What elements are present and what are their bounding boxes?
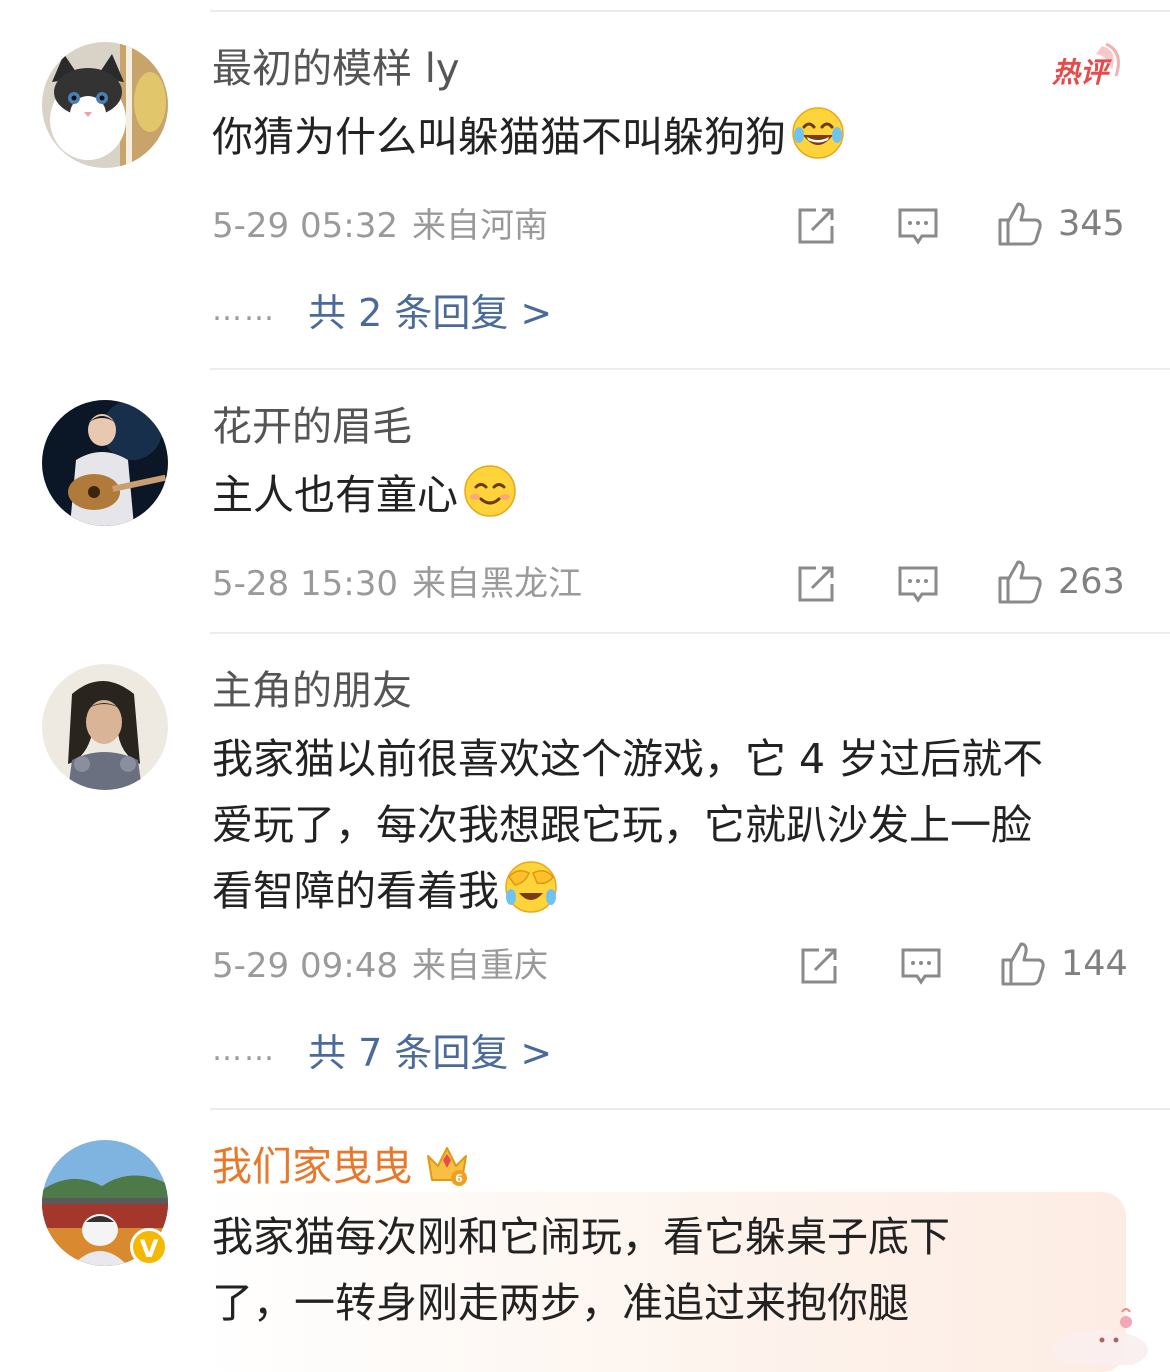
comment-button[interactable] [896, 562, 940, 606]
thumbs-up-icon [998, 202, 1042, 246]
comment-text-line-last: 看智障的看着我 [212, 858, 1126, 924]
comment-text-line: 爱玩了，每次我想跟它玩，它就趴沙发上一脸 [212, 801, 1032, 849]
comment-text-line: 我家猫每次刚和它闹玩，看它躲桌子底下 [212, 1213, 950, 1261]
comment-meta: 5-29 09:48 来自重庆 [212, 944, 548, 988]
comment-text-line: 了，一转身刚走两步，准追过来抱你腿 [212, 1279, 909, 1327]
dots: …… [212, 1033, 276, 1068]
comment-button[interactable] [896, 204, 940, 248]
comment-time: 5-29 05:32 [212, 206, 398, 246]
comment-button[interactable] [899, 944, 943, 988]
thumbs-up-icon [998, 560, 1042, 604]
dots: …… [212, 293, 276, 328]
comment-bubble-icon [898, 566, 938, 603]
comment-text-line: 我家猫以前很喜欢这个游戏，它 4 岁过后就不 [212, 735, 1044, 783]
comment-location: 来自黑龙江 [411, 564, 582, 604]
avatar[interactable] [42, 664, 168, 790]
share-square-icon [798, 208, 834, 244]
like-button[interactable]: 263 [996, 558, 1125, 606]
comment-text: 主人也有童心 [212, 462, 1126, 528]
comment-meta: 5-28 15:30 来自黑龙江 [212, 562, 582, 606]
username-text: 我们家曳曳 [212, 1144, 412, 1190]
comment-text: 我家猫以前很喜欢这个游戏，它 4 岁过后就不 爱玩了，每次我想跟它玩，它就趴沙发… [212, 726, 1126, 924]
comment-time: 5-28 15:30 [212, 564, 398, 604]
username[interactable]: 最初的模样 ly [212, 44, 460, 94]
share-square-icon [801, 948, 837, 984]
repost-button[interactable] [794, 562, 838, 606]
replies-label: 共 7 条回复 > [308, 1031, 553, 1075]
verified-badge: V [130, 1228, 168, 1266]
avatar[interactable] [42, 400, 168, 526]
replies-label: 共 2 条回复 > [308, 291, 553, 335]
comment-bubble-icon [901, 948, 941, 985]
comment-location: 来自重庆 [411, 946, 548, 986]
divider [210, 368, 1170, 370]
divider [210, 1108, 1170, 1110]
hot-badge-label: 热评 [1051, 56, 1112, 89]
repost-button[interactable] [797, 944, 841, 988]
repost-button[interactable] [794, 204, 838, 248]
comment-text: 你猜为什么叫躲猫猫不叫躲狗狗 [212, 104, 1126, 170]
avatar[interactable] [42, 42, 168, 168]
like-count: 263 [1058, 562, 1125, 602]
smile-emoji-icon [464, 465, 516, 517]
divider [210, 632, 1170, 634]
username[interactable]: 我们家曳曳 6 [212, 1142, 470, 1192]
view-replies-link[interactable]: …… 共 2 条回复 > [212, 286, 552, 338]
share-square-icon [798, 566, 834, 602]
vip-crown-icon: 6 [427, 1147, 467, 1186]
username[interactable]: 花开的眉毛 [212, 402, 412, 452]
thumbs-up-icon [1001, 942, 1045, 986]
comment-text-content: 你猜为什么叫躲猫猫不叫躲狗狗 [212, 113, 786, 161]
comment-text: 我家猫每次刚和它闹玩，看它躲桌子底下 了，一转身刚走两步，准追过来抱你腿 [212, 1204, 1126, 1336]
comment-text-content: 主人也有童心 [212, 471, 458, 519]
comment-meta: 5-29 05:32 来自河南 [212, 204, 548, 248]
like-button[interactable]: 345 [996, 200, 1125, 248]
facepalm-laugh-emoji-icon [505, 861, 557, 913]
laughing-tears-emoji-icon [792, 107, 844, 159]
vip-level: 6 [455, 1172, 463, 1185]
comment-location: 来自河南 [411, 206, 548, 246]
username[interactable]: 主角的朋友 [212, 666, 412, 716]
like-count: 144 [1061, 944, 1128, 984]
comment-text-line: 看智障的看着我 [212, 867, 499, 915]
like-count: 345 [1058, 204, 1125, 244]
hot-comment-badge: 热评 [1051, 42, 1120, 89]
like-button[interactable]: 144 [999, 940, 1128, 988]
view-replies-link[interactable]: …… 共 7 条回复 > [212, 1026, 552, 1078]
divider [210, 10, 1170, 12]
comment-time: 5-29 09:48 [212, 946, 398, 986]
comment-bubble-icon [898, 208, 938, 245]
